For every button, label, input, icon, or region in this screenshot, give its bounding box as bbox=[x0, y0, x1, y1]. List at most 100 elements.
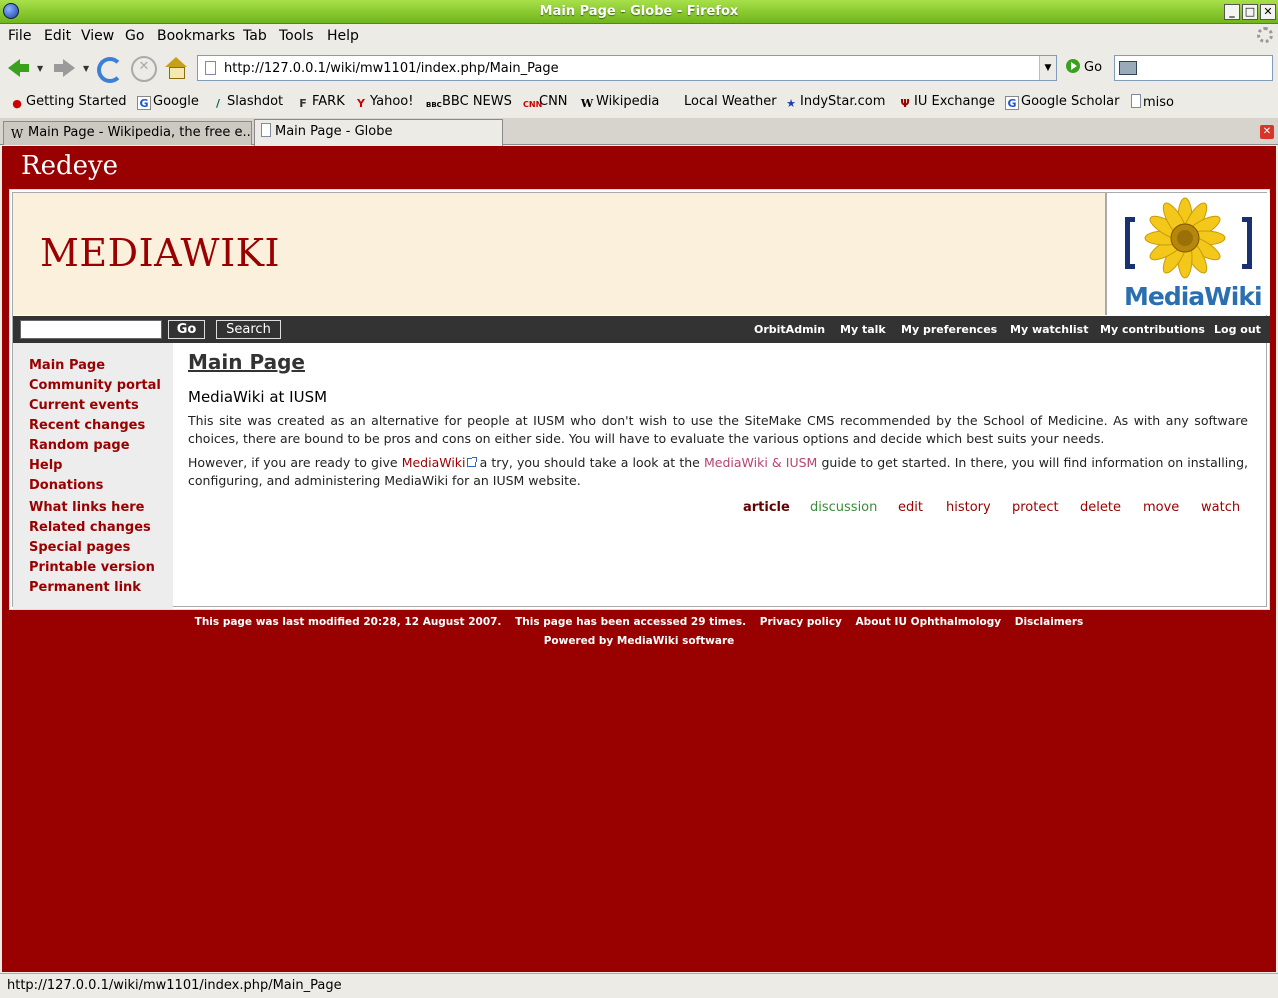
sidebar-item-related-changes[interactable]: Related changes bbox=[29, 520, 151, 535]
sidebar-item-what-links-here[interactable]: What links here bbox=[29, 500, 144, 515]
footer-disclaimers-link[interactable]: Disclaimers bbox=[1015, 616, 1084, 628]
search-button[interactable]: Search bbox=[216, 320, 281, 339]
footer-powered-by[interactable]: Powered by MediaWiki software bbox=[2, 635, 1276, 647]
go-button[interactable]: Go bbox=[1066, 59, 1102, 75]
iu-icon: Ψ bbox=[900, 97, 910, 110]
tab-globe[interactable]: Main Page - Globe bbox=[254, 119, 503, 146]
sidebar-item-random-page[interactable]: Random page bbox=[29, 438, 130, 453]
minimize-button[interactable]: _ bbox=[1224, 4, 1240, 20]
firefox-icon: ● bbox=[12, 97, 22, 110]
mediawiki-iusm-link[interactable]: MediaWiki & IUSM bbox=[704, 455, 817, 470]
bookmark-google-scholar[interactable]: G Google Scholar bbox=[1005, 94, 1120, 110]
bookmark-local-weather[interactable]: Local Weather bbox=[684, 94, 777, 109]
menu-file[interactable]: File bbox=[8, 28, 31, 44]
tab-delete[interactable]: delete bbox=[1080, 500, 1121, 515]
search-go-button[interactable]: Go bbox=[168, 320, 205, 339]
sidebar-item-special-pages[interactable]: Special pages bbox=[29, 540, 130, 555]
sidebar-item-donations[interactable]: Donations bbox=[29, 478, 103, 493]
tab-discussion[interactable]: discussion bbox=[810, 500, 877, 515]
maximize-button[interactable]: □ bbox=[1242, 4, 1258, 20]
bookmark-yahoo[interactable]: Y Yahoo! bbox=[354, 94, 413, 111]
section-heading: MediaWiki at IUSM bbox=[188, 388, 328, 406]
close-tab-icon[interactable]: ✕ bbox=[1260, 125, 1274, 139]
back-arrow-icon[interactable] bbox=[6, 56, 32, 80]
sidebar-item-main-page[interactable]: Main Page bbox=[29, 358, 105, 373]
menu-help[interactable]: Help bbox=[327, 28, 359, 44]
bracket-right-icon bbox=[1242, 217, 1252, 269]
status-text: http://127.0.0.1/wiki/mw1101/index.php/M… bbox=[7, 978, 342, 993]
url-dropdown-icon[interactable]: ▼ bbox=[1039, 56, 1056, 80]
sidebar-item-recent-changes[interactable]: Recent changes bbox=[29, 418, 145, 433]
personal-log-out[interactable]: Log out bbox=[1214, 323, 1261, 336]
sidebar: Main Page Community portal Current event… bbox=[13, 343, 173, 609]
sidebar-item-permanent-link[interactable]: Permanent link bbox=[29, 580, 141, 595]
tab-edit[interactable]: edit bbox=[898, 500, 923, 515]
bookmark-google[interactable]: G Google bbox=[137, 94, 199, 110]
sidebar-item-community-portal[interactable]: Community portal bbox=[29, 378, 161, 393]
menu-tools[interactable]: Tools bbox=[279, 28, 314, 44]
cnn-icon: CNN bbox=[523, 100, 543, 109]
page-icon bbox=[205, 61, 216, 75]
sidebar-item-help[interactable]: Help bbox=[29, 458, 62, 473]
mediawiki-external-link[interactable]: MediaWiki bbox=[402, 455, 466, 470]
tab-bar: W Main Page - Wikipedia, the free e... Ma… bbox=[0, 118, 1278, 146]
bookmark-wikipedia[interactable]: W Wikipedia bbox=[580, 94, 660, 111]
personal-user-link[interactable]: OrbitAdmin bbox=[754, 323, 825, 336]
personal-my-preferences[interactable]: My preferences bbox=[901, 323, 997, 336]
url-bar[interactable]: ▼ bbox=[197, 55, 1057, 81]
search-and-personal-bar: Go Search OrbitAdmin My talk My preferen… bbox=[13, 316, 1270, 343]
sidebar-item-current-events[interactable]: Current events bbox=[29, 398, 139, 413]
forward-history-dropdown-icon[interactable]: ▼ bbox=[83, 64, 89, 73]
bookmark-indystar[interactable]: ★ IndyStar.com bbox=[784, 94, 885, 111]
tab-history[interactable]: history bbox=[946, 500, 991, 515]
bookmark-slashdot[interactable]: / Slashdot bbox=[211, 94, 283, 111]
go-label: Go bbox=[1084, 60, 1103, 75]
menu-bookmarks[interactable]: Bookmarks bbox=[157, 28, 235, 44]
stop-icon[interactable] bbox=[130, 56, 157, 82]
search-engine-icon[interactable] bbox=[1119, 61, 1137, 75]
slashdot-icon: / bbox=[215, 97, 221, 110]
personal-my-contributions[interactable]: My contributions bbox=[1100, 323, 1205, 336]
tab-wikipedia[interactable]: W Main Page - Wikipedia, the free e... bbox=[3, 121, 252, 145]
reload-icon[interactable] bbox=[95, 56, 123, 83]
search-input[interactable] bbox=[20, 320, 162, 339]
footer-privacy-link[interactable]: Privacy policy bbox=[760, 616, 842, 628]
tab-move[interactable]: move bbox=[1143, 500, 1179, 515]
wikipedia-icon: W bbox=[10, 127, 24, 141]
url-input[interactable] bbox=[224, 59, 1034, 77]
menu-edit[interactable]: Edit bbox=[44, 28, 71, 44]
menu-go[interactable]: Go bbox=[125, 28, 144, 44]
throbber-icon bbox=[1257, 27, 1273, 43]
google-icon: G bbox=[1005, 96, 1019, 110]
close-window-button[interactable]: ✕ bbox=[1260, 4, 1276, 20]
personal-my-watchlist[interactable]: My watchlist bbox=[1010, 323, 1089, 336]
tab-article[interactable]: article bbox=[743, 500, 790, 515]
tab-watch[interactable]: watch bbox=[1201, 500, 1240, 515]
page-icon bbox=[1131, 94, 1141, 108]
bookmark-getting-started[interactable]: ● Getting Started bbox=[10, 94, 126, 111]
status-bar: http://127.0.0.1/wiki/mw1101/index.php/M… bbox=[0, 973, 1278, 998]
logo-text: MediaWiki bbox=[1124, 282, 1263, 311]
back-history-dropdown-icon[interactable]: ▼ bbox=[37, 64, 43, 73]
page-viewport: Redeye MEDIAWIKI MediaWiki Go Search Orb… bbox=[2, 146, 1276, 972]
bookmark-fark[interactable]: F FARK bbox=[296, 94, 345, 111]
menu-tab[interactable]: Tab bbox=[243, 28, 267, 44]
forward-arrow-icon[interactable] bbox=[51, 56, 77, 80]
site-name: Redeye bbox=[21, 151, 119, 181]
web-search-box[interactable] bbox=[1114, 55, 1273, 81]
tab-protect[interactable]: protect bbox=[1012, 500, 1059, 515]
paragraph-guide: However, if you are ready to give MediaW… bbox=[188, 455, 1249, 488]
bookmark-miso[interactable]: miso bbox=[1131, 94, 1174, 110]
title-bar: Main Page - Globe - Firefox _ □ ✕ bbox=[0, 0, 1278, 24]
sidebar-item-printable-version[interactable]: Printable version bbox=[29, 560, 155, 575]
banner: MEDIAWIKI bbox=[13, 193, 1105, 315]
bookmark-iu-exchange[interactable]: Ψ IU Exchange bbox=[898, 94, 995, 111]
menu-view[interactable]: View bbox=[81, 28, 114, 44]
personal-my-talk[interactable]: My talk bbox=[840, 323, 886, 336]
home-icon[interactable] bbox=[164, 56, 190, 80]
bookmark-bbc-news[interactable]: BBCBBC NEWS bbox=[426, 94, 512, 112]
google-icon: G bbox=[137, 96, 151, 110]
mediawiki-logo[interactable]: MediaWiki bbox=[1105, 193, 1270, 315]
bookmark-cnn[interactable]: CNNCNN bbox=[523, 94, 568, 112]
footer-about-link[interactable]: About IU Ophthalmology bbox=[856, 616, 1002, 628]
